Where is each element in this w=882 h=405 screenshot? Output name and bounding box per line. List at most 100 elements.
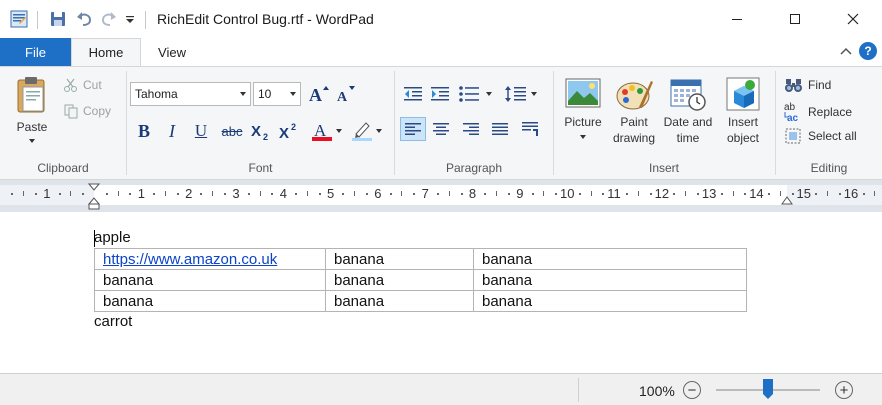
document-line-carrot[interactable]: carrot — [94, 313, 132, 330]
find-button[interactable]: Find — [784, 77, 831, 93]
tab-view[interactable]: View — [141, 38, 203, 66]
clipboard-group-label: Clipboard — [37, 161, 89, 175]
copy-button[interactable]: Copy — [63, 103, 111, 119]
font-color-button[interactable]: A — [309, 119, 345, 143]
align-center-icon — [433, 123, 449, 135]
paint-drawing-button[interactable]: Paint drawing — [609, 77, 659, 146]
picture-button[interactable]: Picture — [560, 77, 606, 139]
subscript-button[interactable]: X 2 — [249, 119, 273, 143]
font-family-value: Tahoma — [135, 87, 178, 101]
ruler-tick — [649, 193, 652, 195]
document-line-apple[interactable]: apple — [94, 229, 131, 246]
ruler-tick — [200, 193, 203, 195]
grow-font-button[interactable]: A — [307, 82, 331, 106]
wordpad-window: RichEdit Control Bug.rtf - WordPad File … — [0, 0, 882, 405]
bullet-list-button[interactable] — [457, 82, 495, 106]
ruler-number: 4 — [279, 186, 287, 201]
zoom-in-button[interactable]: + — [835, 381, 853, 399]
zoom-out-button[interactable]: − — [683, 381, 701, 399]
table-cell[interactable]: banana — [94, 290, 326, 312]
customize-qat-icon[interactable] — [124, 10, 136, 28]
replace-button[interactable]: ab ac Replace — [784, 101, 852, 123]
svg-text:A: A — [337, 90, 348, 104]
date-time-button[interactable]: Date and time — [660, 77, 716, 146]
table-cell[interactable]: banana — [325, 248, 474, 270]
ruler-tick — [58, 193, 61, 195]
shrink-font-button[interactable]: A — [334, 82, 358, 106]
grow-font-icon: A — [309, 85, 329, 104]
wordpad-app-icon[interactable] — [9, 9, 29, 29]
right-indent-marker-icon[interactable] — [781, 195, 793, 205]
highlight-color-button[interactable] — [349, 119, 385, 143]
table-cell[interactable]: banana — [325, 269, 474, 291]
line-spacing-icon — [505, 86, 537, 102]
ruler-tick — [34, 193, 37, 195]
cut-label: Cut — [83, 78, 102, 92]
tab-home[interactable]: Home — [71, 38, 141, 66]
increase-indent-button[interactable] — [427, 82, 453, 106]
align-center-button[interactable] — [428, 117, 454, 141]
qat-divider — [37, 11, 38, 29]
picture-dropdown-arrow[interactable] — [580, 135, 586, 139]
insert-object-button[interactable]: Insert object — [718, 77, 768, 146]
tab-file[interactable]: File — [0, 38, 71, 66]
font-size-dropdown[interactable]: 10 — [253, 82, 301, 106]
ruler-number: 13 — [701, 186, 717, 201]
save-icon[interactable] — [49, 10, 67, 28]
font-family-dropdown[interactable]: Tahoma — [130, 82, 251, 106]
redo-icon[interactable] — [100, 10, 118, 28]
paint-drawing-label-line2: drawing — [612, 131, 656, 145]
table-cell[interactable]: banana — [473, 269, 747, 291]
table-cell[interactable]: https://www.amazon.co.uk — [94, 248, 326, 270]
document-table[interactable]: https://www.amazon.co.uk banana banana b… — [94, 248, 747, 312]
maximize-button[interactable] — [766, 0, 824, 38]
font-group-label: Font — [248, 161, 273, 175]
paste-dropdown-arrow[interactable] — [29, 139, 35, 143]
cut-button[interactable]: Cut — [63, 77, 102, 93]
italic-button[interactable]: I — [160, 119, 184, 143]
undo-icon[interactable] — [75, 10, 93, 28]
table-cell[interactable]: banana — [325, 290, 474, 312]
ruler-number: 10 — [560, 186, 575, 201]
paste-button[interactable]: Paste — [10, 75, 54, 143]
document-area[interactable]: apple https://www.amazon.co.uk banana ba… — [0, 212, 882, 373]
decrease-indent-button[interactable] — [400, 82, 426, 106]
ruler-tick — [578, 193, 581, 195]
align-right-button[interactable] — [458, 117, 484, 141]
bold-button[interactable]: B — [132, 119, 156, 143]
ruler-number: 9 — [516, 186, 524, 201]
strikethrough-button[interactable]: abc — [217, 119, 247, 143]
ruler-tick — [448, 191, 450, 196]
align-left-button[interactable] — [400, 117, 426, 141]
ruler-number: 5 — [327, 186, 335, 201]
zoom-slider-thumb[interactable] — [762, 378, 774, 400]
clipboard-group: Paste Cut Copy Clipboard — [0, 67, 126, 179]
font-color-icon: A — [312, 121, 342, 141]
help-button[interactable]: ? — [859, 42, 877, 60]
ruler-tick — [496, 191, 498, 196]
ruler-tick — [82, 193, 85, 195]
ruler-tick — [436, 193, 439, 195]
paragraph-settings-button[interactable] — [517, 117, 543, 141]
ruler-number: 3 — [232, 186, 240, 201]
indent-marker-icon[interactable] — [88, 183, 100, 211]
minimize-button[interactable] — [708, 0, 766, 38]
bullet-list-icon — [459, 86, 492, 102]
ruler-tick — [484, 193, 487, 195]
chevron-up-icon[interactable] — [838, 44, 854, 60]
line-spacing-button[interactable] — [503, 82, 539, 106]
ruler-number: 1 — [43, 186, 51, 201]
underline-button[interactable]: U — [189, 119, 213, 143]
ruler[interactable]: 1 1 2 3 4 5 6 7 8 9 10 11 12 13 14 15 16 — [0, 180, 882, 212]
table-cell[interactable]: banana — [473, 290, 747, 312]
table-cell[interactable]: banana — [473, 248, 747, 270]
ruler-tick — [413, 193, 416, 195]
hyperlink[interactable]: https://www.amazon.co.uk — [103, 251, 277, 268]
align-right-icon — [463, 123, 479, 135]
subscript-icon: X 2 — [251, 123, 268, 141]
table-cell[interactable]: banana — [94, 269, 326, 291]
superscript-button[interactable]: X 2 — [277, 119, 301, 143]
justify-button[interactable] — [487, 117, 513, 141]
close-button[interactable] — [824, 0, 882, 38]
select-all-button[interactable]: Select all — [784, 128, 857, 144]
